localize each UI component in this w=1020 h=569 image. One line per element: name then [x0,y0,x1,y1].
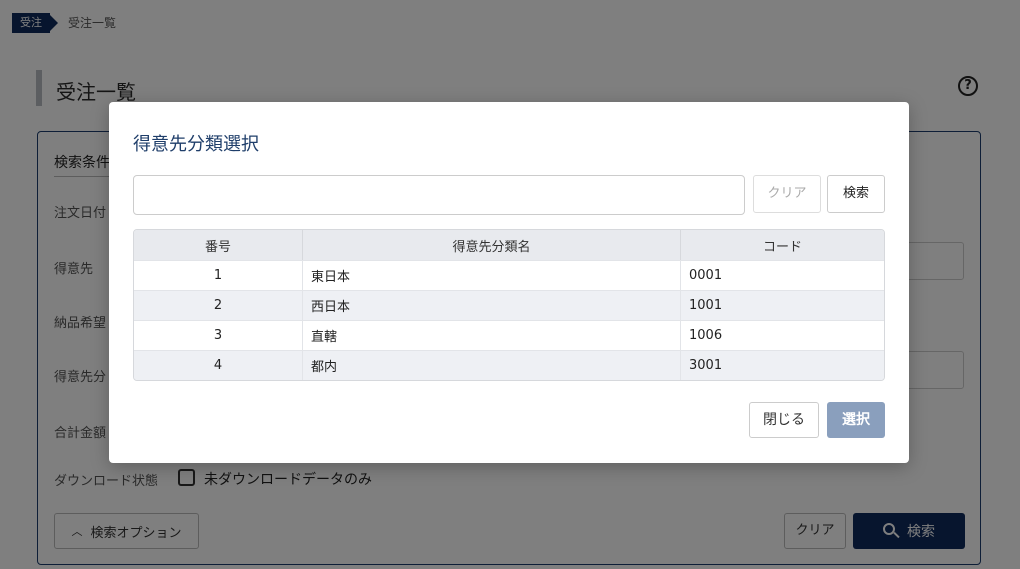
category-table: 番号 得意先分類名 コード 1 東日本 0001 2 西日本 1001 3 直轄… [133,229,885,381]
table-row[interactable]: 1 東日本 0001 [134,260,884,290]
column-header-name[interactable]: 得意先分類名 [303,230,681,260]
row-name: 都内 [303,350,681,380]
row-number: 1 [134,260,303,290]
row-name: 西日本 [303,290,681,320]
row-code: 1006 [681,320,884,350]
table-row[interactable]: 2 西日本 1001 [134,290,884,320]
row-code: 0001 [681,260,884,290]
row-number: 2 [134,290,303,320]
row-name: 直轄 [303,320,681,350]
row-number: 4 [134,350,303,380]
column-header-number[interactable]: 番号 [134,230,303,260]
column-header-code[interactable]: コード [681,230,884,260]
table-header-row: 番号 得意先分類名 コード [134,230,884,260]
row-code: 1001 [681,290,884,320]
dialog-title: 得意先分類選択 [133,134,259,155]
customer-category-dialog: 得意先分類選択 クリア 検索 番号 得意先分類名 コード 1 東日本 0001 … [109,102,909,463]
table-row[interactable]: 4 都内 3001 [134,350,884,380]
dialog-search-input[interactable] [133,175,745,215]
row-number: 3 [134,320,303,350]
dialog-close-button[interactable]: 閉じる [749,402,819,438]
row-code: 3001 [681,350,884,380]
table-row[interactable]: 3 直轄 1006 [134,320,884,350]
dialog-clear-button[interactable]: クリア [753,175,821,213]
dialog-select-button[interactable]: 選択 [827,402,885,438]
dialog-search-button[interactable]: 検索 [827,175,885,213]
row-name: 東日本 [303,260,681,290]
